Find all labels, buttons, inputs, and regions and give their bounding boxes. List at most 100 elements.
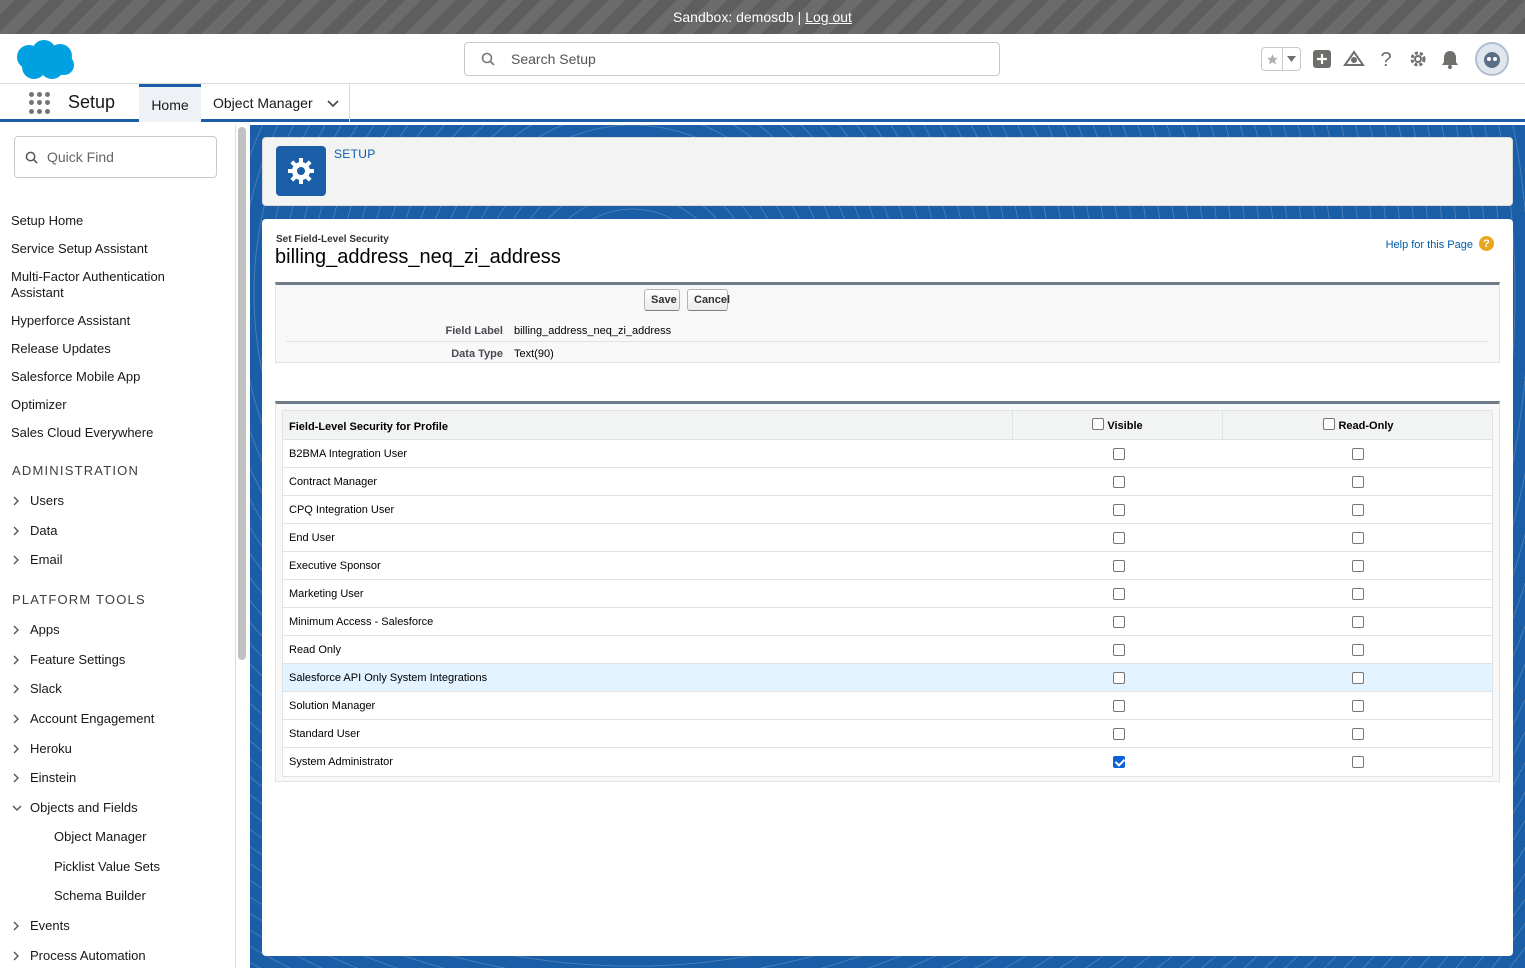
readonly-checkbox[interactable] [1352, 644, 1364, 656]
visible-checkbox[interactable] [1113, 672, 1125, 684]
sidebar-item-feature-settings[interactable]: Feature Settings [12, 652, 125, 667]
readonly-checkbox[interactable] [1352, 448, 1364, 460]
chevron-right-icon [12, 526, 30, 536]
profile-name: B2BMA Integration User [289, 448, 408, 460]
tab-object-manager-label: Object Manager [213, 95, 313, 111]
select-all-readonly-checkbox[interactable] [1323, 418, 1336, 430]
detail-label: Field Label [445, 325, 503, 337]
search-input[interactable] [511, 51, 911, 67]
sidebar-item-label: Einstein [30, 770, 77, 785]
trailhead-icon[interactable] [1343, 48, 1365, 70]
setup-breadcrumb[interactable]: SETUP [334, 147, 376, 161]
tab-home[interactable]: Home [139, 84, 201, 122]
readonly-checkbox[interactable] [1352, 728, 1364, 740]
visible-checkbox[interactable] [1113, 448, 1125, 460]
salesforce-logo[interactable] [14, 39, 76, 81]
visible-checkbox[interactable] [1113, 616, 1125, 628]
visible-checkbox[interactable] [1113, 504, 1125, 516]
sidebar-item-setup-home[interactable]: Setup Home [11, 213, 221, 229]
gear-icon[interactable] [1407, 48, 1429, 70]
sidebar-item-mobile-app[interactable]: Salesforce Mobile App [11, 369, 221, 385]
tab-home-label: Home [151, 96, 189, 113]
sidebar-item-optimizer[interactable]: Optimizer [11, 397, 221, 413]
sidebar-item-users[interactable]: Users [12, 493, 64, 508]
bell-icon[interactable] [1439, 48, 1461, 70]
profile-name: System Administrator [289, 756, 393, 768]
readonly-checkbox[interactable] [1352, 476, 1364, 488]
visible-checkbox[interactable] [1113, 588, 1125, 600]
sidebar-item-label: Process Automation [30, 948, 146, 963]
readonly-checkbox[interactable] [1352, 672, 1364, 684]
visible-checkbox[interactable] [1113, 644, 1125, 656]
sidebar-item-heroku[interactable]: Heroku [12, 741, 72, 756]
quick-find[interactable] [14, 136, 217, 178]
profile-name: Salesforce API Only System Integrations [289, 672, 488, 684]
star-icon[interactable] [1262, 48, 1282, 70]
add-icon[interactable] [1311, 48, 1333, 70]
sidebar-item-picklist-value-sets[interactable]: Picklist Value Sets [54, 859, 160, 874]
readonly-checkbox[interactable] [1352, 756, 1364, 768]
fls-block: Field-Level Security for Profile Visible… [275, 401, 1500, 782]
sidebar-item-slack[interactable]: Slack [12, 681, 62, 696]
sidebar-item-mfa-assistant[interactable]: Multi-Factor Authentication Assistant [11, 269, 196, 301]
sidebar-item-label: Heroku [30, 741, 72, 756]
table-row: Minimum Access - Salesforce [283, 608, 1492, 636]
profile-name: Read Only [289, 644, 341, 656]
chevron-right-icon [12, 555, 30, 565]
table-row: Standard User [283, 720, 1492, 748]
sandbox-text: Sandbox: demosdb | [673, 9, 802, 25]
chevron-down-icon[interactable] [1282, 48, 1300, 70]
sidebar-item-events[interactable]: Events [12, 918, 70, 933]
readonly-checkbox[interactable] [1352, 616, 1364, 628]
select-all-visible-checkbox[interactable] [1092, 418, 1105, 430]
sidebar-item-objects-and-fields[interactable]: Objects and Fields [12, 800, 138, 815]
profile-name: Contract Manager [289, 476, 378, 488]
sidebar-item-schema-builder[interactable]: Schema Builder [54, 888, 146, 903]
sidebar-item-data[interactable]: Data [12, 523, 57, 538]
help-icon[interactable]: ? [1479, 236, 1494, 251]
visible-checkbox[interactable] [1113, 476, 1125, 488]
sandbox-banner: Sandbox: demosdb | Log out [0, 0, 1525, 34]
search-icon [15, 151, 47, 164]
quick-find-input[interactable] [47, 149, 207, 165]
col-header-profile: Field-Level Security for Profile [289, 421, 448, 433]
help-link[interactable]: Help for this Page [1386, 239, 1473, 251]
sidebar-item-email[interactable]: Email [12, 552, 63, 567]
cancel-button[interactable]: Cancel [687, 289, 730, 311]
sidebar-item-label: Data [30, 523, 58, 538]
sidebar-item-hyperforce-assistant[interactable]: Hyperforce Assistant [11, 313, 221, 329]
sidebar-item-object-manager[interactable]: Object Manager [54, 829, 147, 844]
save-button[interactable]: Save [644, 289, 680, 311]
sidebar-item-einstein[interactable]: Einstein [12, 770, 76, 785]
visible-checkbox[interactable] [1113, 728, 1125, 740]
readonly-checkbox[interactable] [1352, 504, 1364, 516]
readonly-checkbox[interactable] [1352, 532, 1364, 544]
visible-checkbox[interactable] [1113, 560, 1125, 572]
chevron-right-icon [12, 744, 30, 754]
chevron-down-icon[interactable] [327, 95, 339, 111]
sidebar-item-account-engagement[interactable]: Account Engagement [12, 711, 154, 726]
sidebar-item-label: Users [30, 493, 64, 508]
setup-search[interactable] [464, 42, 1000, 76]
sidebar-item-sales-cloud-everywhere[interactable]: Sales Cloud Everywhere [11, 425, 221, 441]
visible-checkbox[interactable] [1113, 700, 1125, 712]
readonly-checkbox[interactable] [1352, 560, 1364, 572]
sidebar-item-apps[interactable]: Apps [12, 622, 60, 637]
visible-checkbox[interactable] [1113, 532, 1125, 544]
help-icon[interactable]: ? [1375, 48, 1397, 70]
avatar[interactable] [1475, 42, 1509, 76]
logout-link[interactable]: Log out [805, 9, 852, 25]
sidebar-item-service-setup-assistant[interactable]: Service Setup Assistant [11, 241, 221, 257]
visible-checkbox[interactable] [1113, 756, 1125, 769]
table-row: Read Only [283, 636, 1492, 664]
chevron-down-icon [12, 804, 30, 812]
readonly-checkbox[interactable] [1352, 588, 1364, 600]
favorites-group [1261, 47, 1301, 71]
sidebar-scrollbar[interactable] [238, 127, 246, 660]
sidebar-item-process-automation[interactable]: Process Automation [12, 948, 146, 963]
sidebar-item-release-updates[interactable]: Release Updates [11, 341, 221, 357]
tab-object-manager[interactable]: Object Manager [201, 84, 350, 122]
app-name: Setup [68, 92, 116, 112]
app-launcher-icon[interactable] [29, 92, 51, 114]
readonly-checkbox[interactable] [1352, 700, 1364, 712]
